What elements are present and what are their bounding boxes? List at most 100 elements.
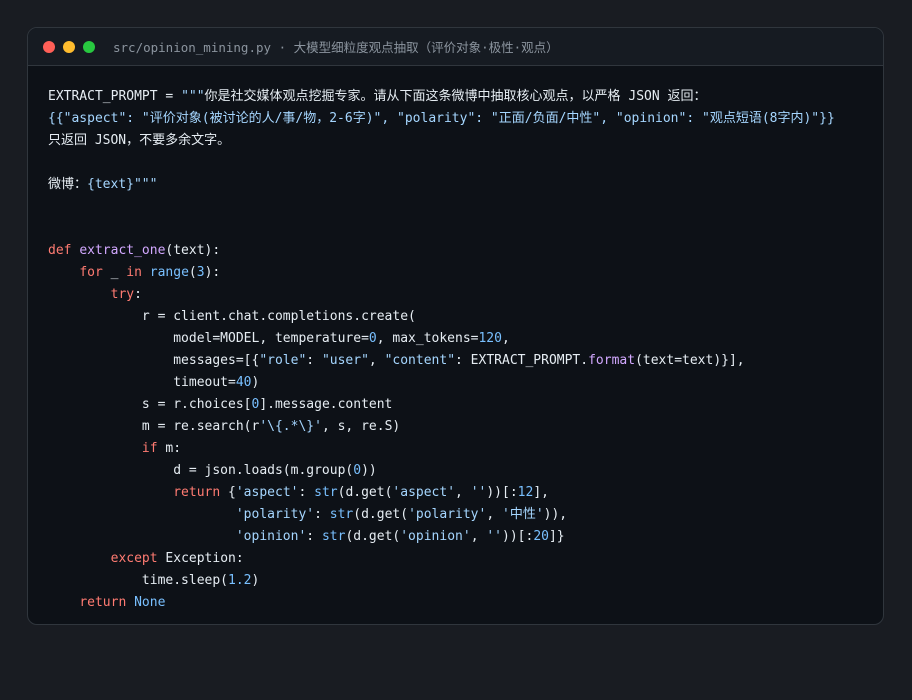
code-token: , [368,353,385,368]
code-token: 0 [353,463,362,478]
code-token: ): [204,265,221,280]
code-token: range [149,265,189,280]
code-token: ))[: [502,529,534,544]
code-token: "role" [259,353,307,368]
code-token: 'polarity' [235,507,315,522]
minimize-button[interactable] [63,40,75,53]
code-token: return [79,595,127,610]
code-token: s = r.choices[ [48,397,252,412]
code-token: str [329,507,354,522]
code-line: s = r.choices[0].message.content [48,394,883,416]
code-token: , s, re.S) [321,419,401,434]
code-token: 1.2 [228,573,252,588]
code-line: model=MODEL, temperature=0, max_tokens=1… [48,328,883,350]
code-token: ) [251,375,260,390]
code-token: "content" [384,353,456,368]
code-token: , max_tokens= [376,331,479,346]
code-token: "user" [321,353,369,368]
code-line: messages=[{"role": "user", "content": EX… [48,350,883,372]
code-token: str [314,485,338,500]
code-token: )) [361,463,377,478]
code-token: : [134,287,142,302]
code-token: 微博： [48,177,88,192]
code-window: src/opinion_mining.py · 大模型细粒度观点抽取（评价对象·… [27,27,884,625]
code-token: 12 [517,485,534,500]
code-token: ], [533,485,549,500]
code-token: ].message.content [259,397,393,412]
code-token: '中性' [502,507,544,522]
code-line: d = json.loads(m.group(0)) [48,460,883,482]
code-token: 'aspect' [392,485,456,500]
code-token: (d.get( [353,507,409,522]
code-token: EXTRACT_PROMPT = [48,89,182,104]
code-token: '' [486,529,502,544]
code-line: EXTRACT_PROMPT = """你是社交媒体观点挖掘专家。请从下面这条微… [48,86,883,108]
window-titlebar: src/opinion_mining.py · 大模型细粒度观点抽取（评价对象·… [28,28,883,66]
code-token: return [173,485,221,500]
code-token: d = json.loads(m.group( [48,463,354,478]
code-editor[interactable]: EXTRACT_PROMPT = """你是社交媒体观点挖掘专家。请从下面这条微… [28,66,883,614]
code-token: 120 [478,331,502,346]
code-token: ))[: [486,485,518,500]
code-token: except [110,551,158,566]
code-token: (text=text)}], [635,353,745,368]
code-line: 微博：{text}""" [48,174,883,196]
code-token: None [134,595,166,610]
code-token: Exception: [157,551,244,566]
code-token: { [220,485,236,500]
code-token: {text}""" [87,177,158,192]
code-line: r = client.chat.completions.create( [48,306,883,328]
code-token: : [298,485,315,500]
code-token: 20 [533,529,549,544]
close-button[interactable] [43,40,55,53]
code-token: 你是社交媒体观点挖掘专家。请从下面这条微博中抽取核心观点，以严格 JSON 返回… [204,89,707,104]
code-token: : [314,507,330,522]
code-token: """ [181,89,205,104]
code-token: 'opinion' [400,529,471,544]
code-token: , [455,485,471,500]
code-token: try [110,287,135,302]
code-line: 'opinion': str(d.get('opinion', ''))[:20… [48,526,883,548]
code-line: {{"aspect": "评价对象(被讨论的人/事/物，2-6字)", "pol… [48,108,883,130]
code-token: _ [102,265,127,280]
code-token: ]} [548,529,565,544]
code-token: : [306,529,322,544]
code-token: {{"aspect": "评价对象(被讨论的人/事/物，2-6字)", "pol… [48,111,835,126]
code-token: , [501,331,510,346]
code-token: (d.get( [345,529,401,544]
code-token: format [588,353,636,368]
code-line: 'polarity': str(d.get('polarity', '中性'))… [48,504,883,526]
code-token: (d.get( [337,485,393,500]
code-token: : [306,353,322,368]
code-token: '' [470,485,487,500]
code-token: )), [543,507,568,522]
code-token: 3 [196,265,205,280]
code-token: m: [157,441,182,456]
code-token: def [48,243,80,258]
code-token: timeout= [48,375,236,390]
code-token: '\{.*\}' [259,419,322,434]
code-token: for [79,265,103,280]
code-token: in [126,265,150,280]
code-token: : EXTRACT_PROMPT. [455,353,589,368]
code-line: m = re.search(r'\{.*\}', s, re.S) [48,416,883,438]
window-title: src/opinion_mining.py · 大模型细粒度观点抽取（评价对象·… [113,40,559,55]
code-line: try: [48,284,883,306]
code-line: time.sleep(1.2) [48,570,883,592]
maximize-button[interactable] [83,40,95,53]
code-line: return {'aspect': str(d.get('aspect', ''… [48,482,883,504]
code-token: 40 [235,375,252,390]
code-token: 'aspect' [235,485,299,500]
code-line: timeout=40) [48,372,883,394]
